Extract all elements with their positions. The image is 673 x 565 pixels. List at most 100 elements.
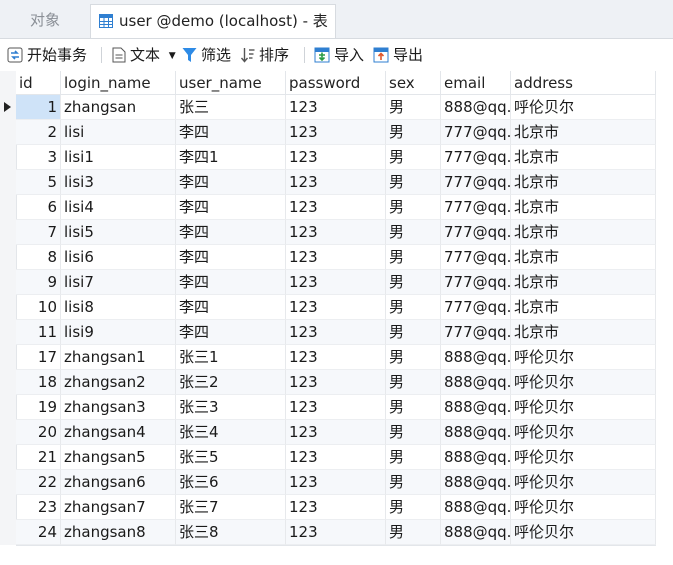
cell-email[interactable]: 777@qq.: [441, 320, 511, 345]
table-row[interactable]: 20 zhangsan4 张三4 123 男 888@qq. 呼伦贝尔: [16, 420, 656, 445]
cell-id[interactable]: 9: [16, 270, 61, 295]
cell-address[interactable]: 呼伦贝尔: [511, 495, 656, 520]
cell-user-name[interactable]: 张三5: [176, 445, 286, 470]
cell-sex[interactable]: 男: [386, 445, 441, 470]
column-header-user-name[interactable]: user_name: [176, 71, 286, 95]
cell-user-name[interactable]: 张三2: [176, 370, 286, 395]
cell-sex[interactable]: 男: [386, 420, 441, 445]
cell-login-name[interactable]: zhangsan8: [61, 520, 176, 545]
cell-address[interactable]: 北京市: [511, 270, 656, 295]
cell-sex[interactable]: 男: [386, 170, 441, 195]
tab-objects[interactable]: 对象: [0, 4, 90, 38]
cell-password[interactable]: 123: [286, 220, 386, 245]
cell-email[interactable]: 888@qq.: [441, 445, 511, 470]
table-row[interactable]: 7 lisi5 李四 123 男 777@qq. 北京市: [16, 220, 656, 245]
cell-address[interactable]: 北京市: [511, 320, 656, 345]
cell-password[interactable]: 123: [286, 395, 386, 420]
cell-sex[interactable]: 男: [386, 270, 441, 295]
cell-email[interactable]: 777@qq.: [441, 295, 511, 320]
table-row[interactable]: 9 lisi7 李四 123 男 777@qq. 北京市: [16, 270, 656, 295]
table-row[interactable]: 3 lisi1 李四1 123 男 777@qq. 北京市: [16, 145, 656, 170]
table-row[interactable]: 6 lisi4 李四 123 男 777@qq. 北京市: [16, 195, 656, 220]
cell-password[interactable]: 123: [286, 345, 386, 370]
cell-user-name[interactable]: 李四: [176, 120, 286, 145]
sort-button[interactable]: 排序: [240, 39, 289, 71]
cell-user-name[interactable]: 张三7: [176, 495, 286, 520]
cell-address[interactable]: 北京市: [511, 145, 656, 170]
cell-login-name[interactable]: lisi3: [61, 170, 176, 195]
table-row[interactable]: 10 lisi8 李四 123 男 777@qq. 北京市: [16, 295, 656, 320]
cell-id[interactable]: 18: [16, 370, 61, 395]
cell-sex[interactable]: 男: [386, 470, 441, 495]
table-row[interactable]: 5 lisi3 李四 123 男 777@qq. 北京市: [16, 170, 656, 195]
column-header-email[interactable]: email: [441, 71, 511, 95]
cell-email[interactable]: 888@qq.: [441, 520, 511, 545]
cell-user-name[interactable]: 李四: [176, 245, 286, 270]
table-row[interactable]: 2 lisi 李四 123 男 777@qq. 北京市: [16, 120, 656, 145]
cell-id[interactable]: 19: [16, 395, 61, 420]
cell-address[interactable]: 呼伦贝尔: [511, 95, 656, 120]
cell-id[interactable]: 24: [16, 520, 61, 545]
cell-login-name[interactable]: zhangsan6: [61, 470, 176, 495]
cell-login-name[interactable]: lisi8: [61, 295, 176, 320]
cell-login-name[interactable]: lisi7: [61, 270, 176, 295]
cell-id[interactable]: 23: [16, 495, 61, 520]
table-row[interactable]: 1 zhangsan 张三 123 男 888@qq. 呼伦贝尔: [16, 95, 656, 120]
cell-login-name[interactable]: zhangsan1: [61, 345, 176, 370]
column-header-login-name[interactable]: login_name: [61, 71, 176, 95]
column-header-address[interactable]: address: [511, 71, 656, 95]
cell-email[interactable]: 888@qq.: [441, 95, 511, 120]
cell-password[interactable]: 123: [286, 420, 386, 445]
column-header-id[interactable]: id: [16, 71, 61, 95]
cell-login-name[interactable]: zhangsan: [61, 95, 176, 120]
cell-user-name[interactable]: 张三1: [176, 345, 286, 370]
cell-sex[interactable]: 男: [386, 370, 441, 395]
export-button[interactable]: 导出: [373, 39, 423, 71]
cell-sex[interactable]: 男: [386, 245, 441, 270]
cell-login-name[interactable]: zhangsan3: [61, 395, 176, 420]
text-view-button[interactable]: 文本 ▼: [112, 39, 176, 71]
cell-login-name[interactable]: lisi4: [61, 195, 176, 220]
cell-id[interactable]: 21: [16, 445, 61, 470]
cell-user-name[interactable]: 李四: [176, 220, 286, 245]
filter-button[interactable]: 筛选: [182, 39, 231, 71]
cell-login-name[interactable]: lisi: [61, 120, 176, 145]
cell-sex[interactable]: 男: [386, 495, 441, 520]
cell-email[interactable]: 888@qq.: [441, 470, 511, 495]
cell-login-name[interactable]: lisi1: [61, 145, 176, 170]
cell-email[interactable]: 888@qq.: [441, 370, 511, 395]
cell-email[interactable]: 777@qq.: [441, 145, 511, 170]
cell-user-name[interactable]: 张三: [176, 95, 286, 120]
cell-id[interactable]: 10: [16, 295, 61, 320]
cell-user-name[interactable]: 张三8: [176, 520, 286, 545]
cell-address[interactable]: 北京市: [511, 245, 656, 270]
cell-email[interactable]: 777@qq.: [441, 120, 511, 145]
cell-id[interactable]: 22: [16, 470, 61, 495]
cell-address[interactable]: 呼伦贝尔: [511, 395, 656, 420]
cell-user-name[interactable]: 李四: [176, 295, 286, 320]
cell-id[interactable]: 20: [16, 420, 61, 445]
cell-email[interactable]: 888@qq.: [441, 420, 511, 445]
cell-address[interactable]: 北京市: [511, 170, 656, 195]
cell-id[interactable]: 1: [16, 95, 61, 120]
cell-password[interactable]: 123: [286, 95, 386, 120]
tab-user-table[interactable]: user @demo (localhost) - 表: [90, 4, 336, 38]
cell-address[interactable]: 北京市: [511, 120, 656, 145]
cell-user-name[interactable]: 李四: [176, 195, 286, 220]
cell-email[interactable]: 888@qq.: [441, 345, 511, 370]
cell-password[interactable]: 123: [286, 445, 386, 470]
cell-email[interactable]: 777@qq.: [441, 220, 511, 245]
cell-address[interactable]: 呼伦贝尔: [511, 420, 656, 445]
cell-password[interactable]: 123: [286, 270, 386, 295]
cell-login-name[interactable]: lisi5: [61, 220, 176, 245]
cell-address[interactable]: 北京市: [511, 220, 656, 245]
cell-password[interactable]: 123: [286, 295, 386, 320]
cell-sex[interactable]: 男: [386, 395, 441, 420]
cell-password[interactable]: 123: [286, 470, 386, 495]
cell-sex[interactable]: 男: [386, 220, 441, 245]
cell-id[interactable]: 17: [16, 345, 61, 370]
cell-login-name[interactable]: lisi9: [61, 320, 176, 345]
cell-sex[interactable]: 男: [386, 195, 441, 220]
table-row[interactable]: 23 zhangsan7 张三7 123 男 888@qq. 呼伦贝尔: [16, 495, 656, 520]
cell-login-name[interactable]: zhangsan5: [61, 445, 176, 470]
